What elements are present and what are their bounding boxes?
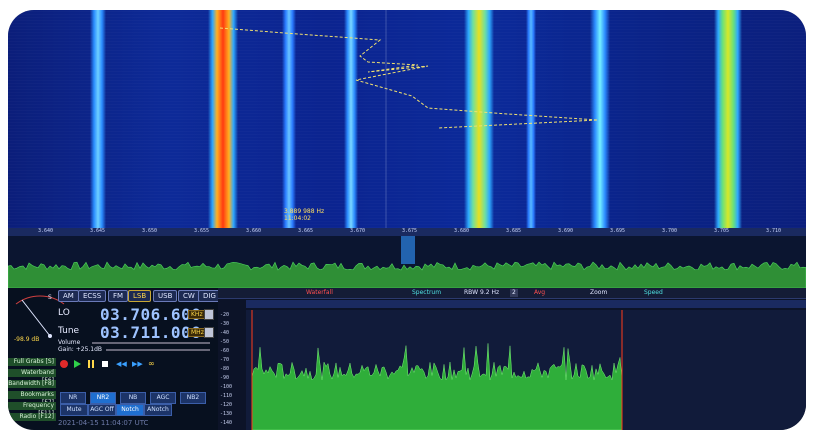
dsp-row: NR NR2 NB AGC NB2 xyxy=(60,392,210,404)
volume-slider[interactable] xyxy=(92,342,210,344)
stop-icon[interactable] xyxy=(102,361,108,367)
volume-label: Volume xyxy=(58,339,81,346)
lo-unit[interactable]: KHz xyxy=(188,310,206,319)
filter-button-notch[interactable]: Notch xyxy=(116,404,144,416)
tune-frequency[interactable]: 03.711.000 xyxy=(100,323,201,342)
y-axis-tick: -80 xyxy=(220,366,230,372)
spectrum-panel: Waterfall Spectrum RBW 9.2 Hz 2 Avg Zoom… xyxy=(218,288,806,430)
y-axis-tick: -130 xyxy=(220,411,233,417)
control-panel: -98.9 dB S Full Grabs [S]Waterband [F6]B… xyxy=(8,288,259,430)
rewind-icon[interactable]: ◀◀ xyxy=(116,360,127,368)
gain-slider[interactable] xyxy=(106,349,210,351)
forward-icon[interactable]: ▶▶ xyxy=(132,360,143,368)
y-axis-tick: -20 xyxy=(220,312,230,318)
y-axis-tick: -50 xyxy=(220,339,230,345)
sidebar-item[interactable]: Bandwidth [F8] xyxy=(8,380,56,388)
marker-time: 11:04:02 xyxy=(284,215,311,222)
play-icon[interactable] xyxy=(74,360,81,368)
zoom-label[interactable]: Zoom xyxy=(590,289,607,297)
tune-dropdown[interactable] xyxy=(204,327,214,338)
axis-tick-label: 3.660 xyxy=(246,228,262,234)
sidebar-item[interactable]: Full Grabs [S] xyxy=(8,358,56,366)
lo-frequency[interactable]: 03.706.600 xyxy=(100,305,201,324)
mode-button-usb[interactable]: USB xyxy=(153,290,178,302)
avg-dropdown[interactable]: 2 xyxy=(510,289,518,297)
loop-icon[interactable]: ∞ xyxy=(148,360,155,368)
filter-button-row: Mute AGC Off Notch ANotch xyxy=(60,404,210,416)
axis-tick-label: 3.680 xyxy=(454,228,470,234)
overview-spectrum[interactable] xyxy=(8,236,806,288)
waterfall-toggle-label[interactable]: Waterfall xyxy=(306,289,333,297)
spectrum-frequency-axis xyxy=(246,300,806,308)
mode-button-lsb[interactable]: LSB xyxy=(128,290,152,302)
axis-tick-label: 3.640 xyxy=(38,228,54,234)
spectrum-toggle-label[interactable]: Spectrum xyxy=(412,289,441,297)
dsp-button-nr[interactable]: NR xyxy=(60,392,86,404)
datetime-readout: 2021-04-15 11:04:07 UTC xyxy=(58,419,149,427)
dsp-button-agc[interactable]: AGC xyxy=(150,392,176,404)
axis-tick-label: 3.695 xyxy=(610,228,626,234)
speed-label[interactable]: Speed xyxy=(644,289,663,297)
sidebar-item[interactable]: Radio [F12] xyxy=(8,413,56,421)
mode-bar: AMECSSFMLSBUSBCWDIGLrwatic xyxy=(58,290,259,302)
dsp-button-nb2[interactable]: NB2 xyxy=(180,392,206,404)
transport-bar: ◀◀ ▶▶ ∞ xyxy=(60,360,170,370)
y-axis-tick: -120 xyxy=(220,402,233,408)
spectrum-plot[interactable] xyxy=(246,310,806,430)
y-axis-tick: -140 xyxy=(220,420,233,426)
y-axis-tick: -90 xyxy=(220,375,230,381)
smeter-readout: -98.9 dB xyxy=(14,336,40,343)
axis-tick-label: 3.675 xyxy=(402,228,418,234)
y-axis-tick: -70 xyxy=(220,357,230,363)
filter-button-agc-off[interactable]: AGC Off xyxy=(88,404,116,416)
marker-frequency: 3.889 988 Hz xyxy=(284,208,325,215)
axis-tick-label: 3.645 xyxy=(90,228,106,234)
avg-label: Avg xyxy=(534,289,546,296)
tune-label: Tune xyxy=(58,326,80,336)
mode-button-ecss[interactable]: ECSS xyxy=(78,290,107,302)
axis-tick-label: 3.670 xyxy=(350,228,366,234)
rbw-value[interactable]: 9.2 Hz xyxy=(480,289,499,297)
axis-tick-label: 3.650 xyxy=(142,228,158,234)
y-axis-tick: -40 xyxy=(220,330,230,336)
smeter-label: S xyxy=(48,294,52,301)
axis-tick-label: 3.690 xyxy=(558,228,574,234)
axis-tick-label: 3.710 xyxy=(766,228,782,234)
waterfall-display[interactable]: 3.889 988 Hz 11:04:02 xyxy=(8,10,806,228)
axis-tick-label: 3.665 xyxy=(298,228,314,234)
sidebar-item[interactable]: Waterband [F6] xyxy=(8,369,56,384)
axis-tick-label: 3.655 xyxy=(194,228,210,234)
mode-button-cw[interactable]: CW xyxy=(178,290,200,302)
mode-button-fm[interactable]: FM xyxy=(108,290,129,302)
filter-button-anotch[interactable]: ANotch xyxy=(144,404,172,416)
y-axis-tick: -110 xyxy=(220,393,233,399)
spectrum-toolbar: Waterfall Spectrum RBW 9.2 Hz 2 Avg Zoom… xyxy=(218,288,806,299)
sweep-trace xyxy=(219,10,599,228)
spectrum-trace xyxy=(251,310,623,430)
lo-dropdown[interactable] xyxy=(204,309,214,320)
frequency-axis: 3.640 3.645 3.650 3.655 3.660 3.665 3.670 3.675… xyxy=(8,228,806,236)
sidebar-item[interactable]: Frequency [F11] xyxy=(8,402,56,417)
filter-button-mute[interactable]: Mute xyxy=(60,404,88,416)
sdr-window: 3.889 988 Hz 11:04:02 3.640 3.645 3.650 3.6… xyxy=(8,10,806,430)
axis-tick-label: 3.700 xyxy=(662,228,678,234)
y-axis-tick: -60 xyxy=(220,348,230,354)
sidebar-item[interactable]: Bookmarks [F7] xyxy=(8,391,56,406)
dsp-button-nr2[interactable]: NR2 xyxy=(90,392,116,404)
y-axis-tick: -30 xyxy=(220,321,230,327)
rbw-label: RBW xyxy=(464,289,479,296)
pause-icon[interactable] xyxy=(88,360,90,368)
gain-label: Gain: +25.1dB xyxy=(58,346,103,353)
record-icon[interactable] xyxy=(60,360,68,368)
axis-tick-label: 3.685 xyxy=(506,228,522,234)
dsp-button-nb[interactable]: NB xyxy=(120,392,146,404)
axis-tick-label: 3.705 xyxy=(714,228,730,234)
overview-trace xyxy=(8,261,806,288)
lo-label: LO xyxy=(58,308,70,318)
y-axis-tick: -100 xyxy=(220,384,233,390)
mode-button-am[interactable]: AM xyxy=(58,290,79,302)
